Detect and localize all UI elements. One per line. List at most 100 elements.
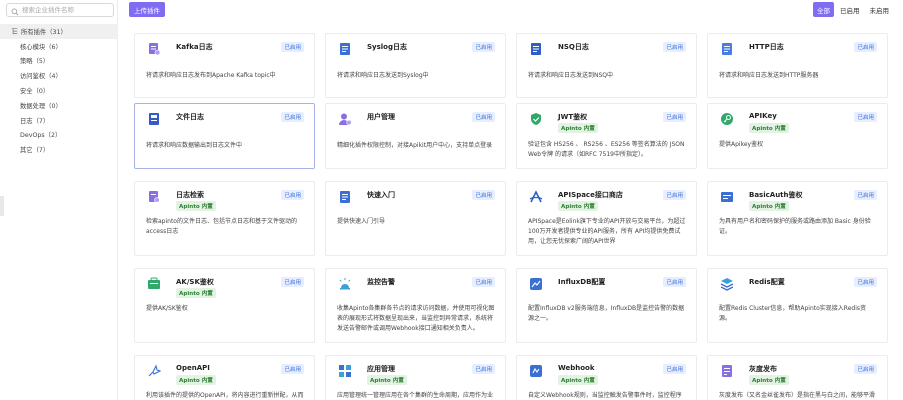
status-badge: 已启用 [663, 42, 686, 52]
category-item-log[interactable]: 日志（7） [0, 113, 118, 128]
filter-enabled-button[interactable]: 已启用 [836, 2, 864, 17]
plugin-card-gray-release[interactable]: 灰度发布 Apinto 内置 已启用 灰度发布（又名金丝雀发布）是指在黑与白之间… [707, 355, 888, 400]
gray-release-icon [720, 364, 734, 378]
apispace-icon [529, 190, 543, 204]
plugin-description: 精细化插件权限控制，对接Apikit用户中心，支持单点登录 [337, 142, 493, 149]
plugin-card-openapi[interactable]: OpenAPI Apinto 内置 已启用 利用该插件的提供的OpenAPI，将… [134, 355, 315, 400]
status-badge: 已启用 [663, 277, 686, 287]
status-badge: 已启用 [472, 42, 495, 52]
user-manage-icon [338, 112, 352, 126]
plugin-description: 提供Apikey鉴权 [719, 141, 764, 148]
builtin-badge: Apinto 内置 [558, 375, 598, 385]
category-item-other[interactable]: 其它（7） [0, 142, 118, 157]
category-list: 所有插件（31） 核心模块（6） 策略（5） 访问鉴权（4） 安全（0） 数据处… [0, 24, 118, 157]
basic-auth-icon [720, 190, 734, 204]
plugin-name: Syslog日志 [367, 43, 407, 51]
status-badge: 已启用 [281, 112, 304, 122]
influxdb-icon [529, 277, 543, 291]
plugin-description: 将请求和响应日志发送到Syslog中 [337, 72, 429, 79]
plugin-card-basic-auth[interactable]: BasicAuth鉴权 Apinto 内置 已启用 为具有用户名和密码保护的服务… [707, 181, 888, 256]
filter-all-button[interactable]: 全部 [813, 2, 834, 17]
filter-disabled-button[interactable]: 未启用 [866, 2, 894, 17]
plugin-card-aksk[interactable]: AK/SK鉴权 Apinto 内置 已启用 提供AK/SK鉴权 [134, 268, 315, 343]
redis-icon [720, 277, 734, 291]
status-badge: 已启用 [281, 42, 304, 52]
builtin-badge: Apinto 内置 [558, 123, 598, 133]
plugin-description: 将请求和响应日志发送到NSQ中 [528, 72, 614, 79]
plugin-description: 自定义Webhook规则，当监控触发告警事件时，监控程序将 [528, 392, 682, 399]
plugin-card-user-manage[interactable]: 用户管理 已启用 精细化插件权限控制，对接Apikit用户中心，支持单点登录 [325, 103, 506, 169]
plugin-card-apikey[interactable]: APIKey Apinto 内置 已启用 提供Apikey鉴权 [707, 103, 888, 169]
monitor-alert-icon [338, 277, 352, 291]
plugin-card-webhook[interactable]: Webhook Apinto 内置 已启用 自定义Webhook规则，当监控触发… [516, 355, 697, 400]
plugin-card-log-search[interactable]: 日志检索 Apinto 内置 已启用 检索apinto的文件日志、包括节点日志和… [134, 181, 315, 256]
status-badge: 已启用 [663, 364, 686, 374]
category-item-strategy[interactable]: 策略（5） [0, 54, 118, 69]
plugin-card-syslog[interactable]: Syslog日志 已启用 将请求和响应日志发送到Syslog中 [325, 33, 506, 98]
plugin-card-jwt[interactable]: JWT鉴权 Apinto 内置 已启用 验证包含 HS256 、 RS256 、… [516, 103, 697, 169]
plugin-market-page: 所有插件（31） 核心模块（6） 策略（5） 访问鉴权（4） 安全（0） 数据处… [0, 0, 903, 400]
plugin-name: 快速入门 [367, 191, 395, 199]
sidebar-edge-handle[interactable] [0, 196, 4, 216]
plugin-name: OpenAPI [176, 364, 210, 372]
plugin-description: 应用管理统一管理应用在各个集群的生命周期，应用作为业 [337, 392, 494, 399]
builtin-badge: Apinto 内置 [176, 288, 216, 298]
plugin-card-quick-start[interactable]: 快速入门 已启用 提供快速入门引导 [325, 181, 506, 256]
category-item-security[interactable]: 安全（0） [0, 83, 118, 98]
status-badge: 已启用 [472, 190, 495, 200]
category-item-data[interactable]: 数据处理（0） [0, 98, 118, 113]
category-item-all[interactable]: 所有插件（31） [0, 24, 118, 39]
plugin-description: 提供快速入门引导 [337, 218, 386, 225]
plugin-description: 配置InfluxDB v2服务端信息，InfluxDB是监控告警的数据源之一。 [528, 305, 685, 322]
plugin-name: 用户管理 [367, 113, 395, 121]
plugin-card-apispace[interactable]: APISpace接口商店 Apinto 内置 已启用 APISpace是Eoli… [516, 181, 697, 256]
file-log-icon [147, 112, 161, 126]
plugin-name: 日志检索 [176, 191, 204, 199]
plugin-name: Kafka日志 [176, 43, 213, 51]
status-badge: 已启用 [663, 112, 686, 122]
plugin-card-app-manage[interactable]: 应用管理 Apinto 内置 已启用 应用管理统一管理应用在各个集群的生命周期，… [325, 355, 506, 400]
status-badge: 已启用 [472, 112, 495, 122]
status-badge: 已启用 [663, 190, 686, 200]
plugin-description: 灰度发布（又名金丝雀发布）是指在黑与白之间，能够平滑 [719, 392, 876, 399]
plugin-name: 灰度发布 [749, 365, 777, 373]
search-input[interactable] [22, 6, 112, 14]
plugin-description: 将请求和响应日志发送到HTTP服务器 [719, 72, 819, 79]
upload-plugin-button[interactable]: 上传插件 [129, 2, 165, 17]
category-label: 访问鉴权（4） [20, 73, 62, 81]
quick-start-icon [338, 190, 352, 204]
kafka-log-icon [147, 42, 161, 56]
plugin-card-file-log[interactable]: 文件日志 已启用 将请求和响应数据输出到日志文件中 [134, 103, 315, 169]
log-search-icon [147, 190, 161, 204]
plugin-card-redis[interactable]: Redis配置 已启用 配置Redis Cluster信息，帮助Apinto实现… [707, 268, 888, 343]
plugin-card-http-log[interactable]: HTTP日志 已启用 将请求和响应日志发送到HTTP服务器 [707, 33, 888, 98]
builtin-badge: Apinto 内置 [176, 201, 216, 211]
builtin-badge: Apinto 内置 [749, 375, 789, 385]
plugin-search-box[interactable] [6, 3, 114, 17]
plugin-card-monitor-alert[interactable]: 监控告警 已启用 收集Apinto各集群各节点的请求访问数据，并使用可视化图表的… [325, 268, 506, 343]
plugin-card-kafka-log[interactable]: Kafka日志 已启用 将请求和响应日志发布到Apache Kafka topi… [134, 33, 315, 98]
builtin-badge: Apinto 内置 [367, 375, 407, 385]
category-item-core[interactable]: 核心模块（6） [0, 39, 118, 54]
plugin-description: 配置Redis Cluster信息，帮助Apinto实现接入Redis资源。 [719, 305, 866, 322]
plugin-name: Webhook [558, 364, 595, 372]
jwt-icon [529, 112, 543, 126]
plugin-name: 监控告警 [367, 278, 395, 286]
apikey-icon [720, 112, 734, 126]
syslog-icon [338, 42, 352, 56]
status-badge: 已启用 [281, 277, 304, 287]
plugin-description: 提供AK/SK鉴权 [146, 305, 188, 312]
plugin-description: 验证包含 HS256 、 RS256 、ES256 等签名算法的 JSON We… [528, 141, 685, 158]
plugin-description: 为具有用户名和密码保护的服务或路由添加 Basic 身份验证。 [719, 218, 871, 235]
plugin-name: InfluxDB配置 [558, 278, 606, 286]
webhook-icon [529, 364, 543, 378]
category-item-devops[interactable]: DevOps（2） [0, 128, 118, 143]
plugin-name: AK/SK鉴权 [176, 278, 214, 286]
plugin-description: 检索apinto的文件日志、包括节点日志和基于文件驱动的access日志 [146, 218, 297, 235]
status-badge: 已启用 [854, 277, 877, 287]
category-item-auth[interactable]: 访问鉴权（4） [0, 68, 118, 83]
plugin-card-influxdb[interactable]: InfluxDB配置 已启用 配置InfluxDB v2服务端信息，Influx… [516, 268, 697, 343]
http-log-icon [720, 42, 734, 56]
plugin-name: JWT鉴权 [558, 113, 588, 121]
plugin-card-nsq-log[interactable]: NSQ日志 已启用 将请求和响应日志发送到NSQ中 [516, 33, 697, 98]
